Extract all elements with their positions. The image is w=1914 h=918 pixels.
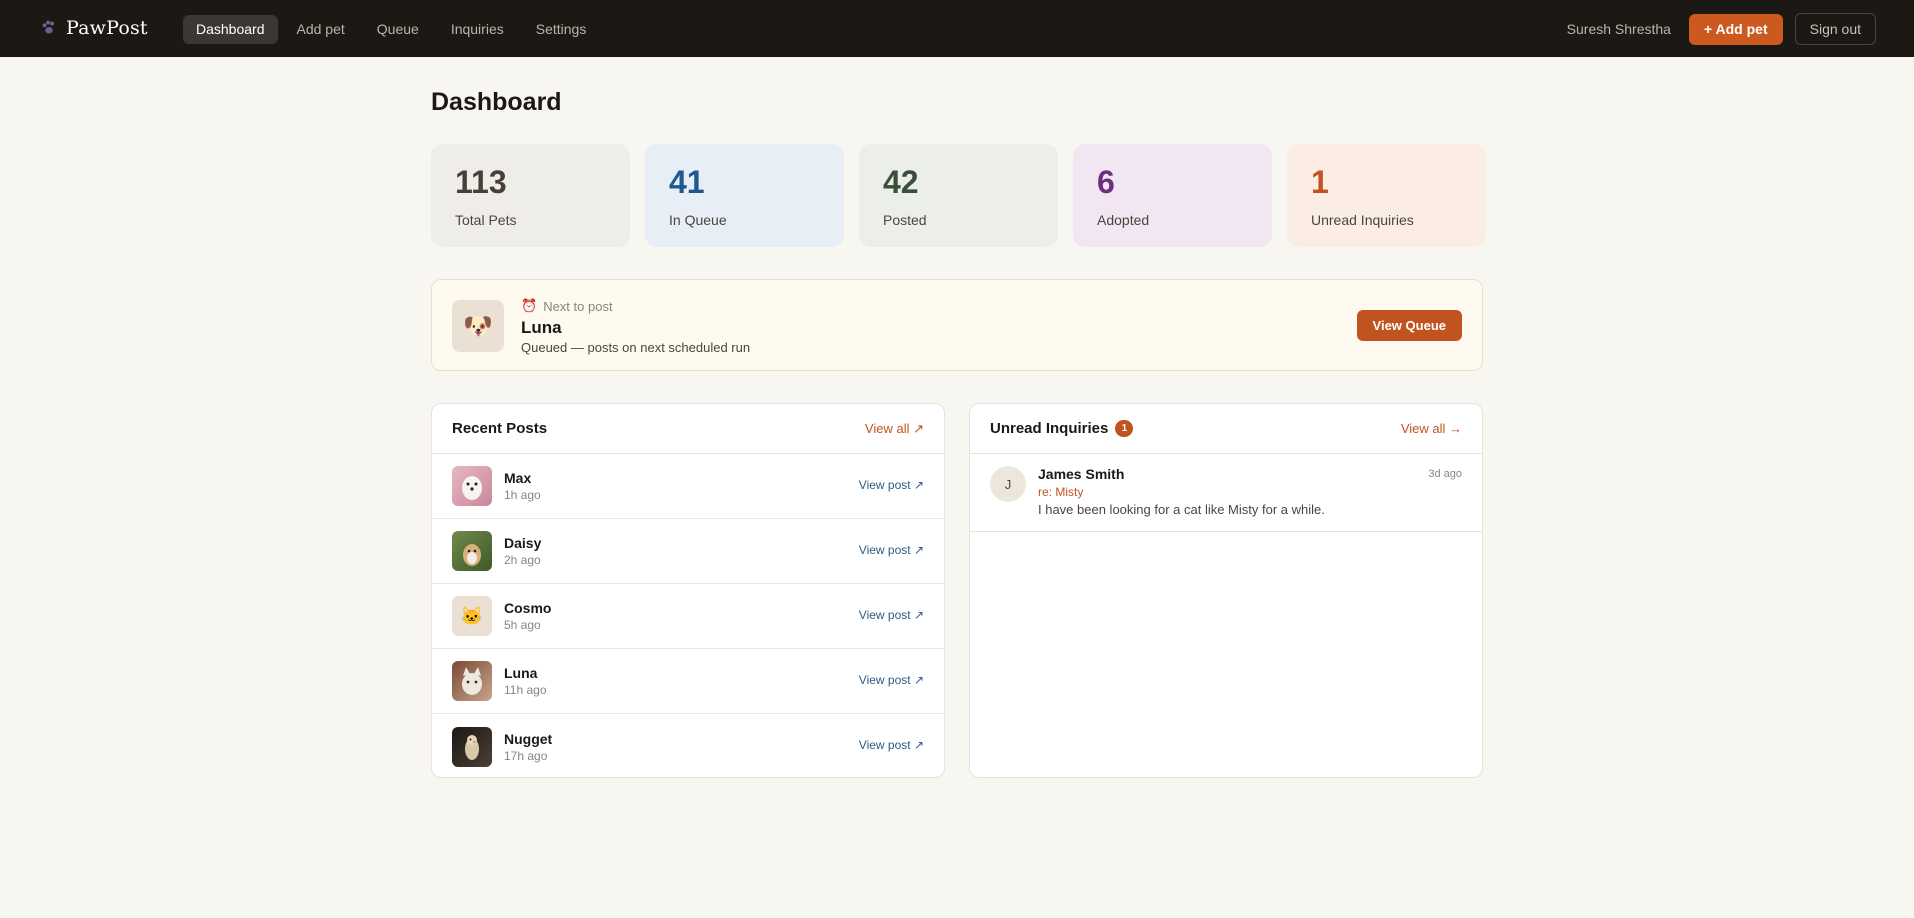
pet-thumbnail xyxy=(452,726,492,767)
stat-card-unread-inquiries: 1 Unread Inquiries xyxy=(1287,144,1486,247)
stat-value: 42 xyxy=(883,164,919,200)
view-post-link[interactable]: View post ↗ xyxy=(859,543,924,557)
list-item: Daisy 2h ago View post ↗ xyxy=(432,519,944,584)
next-to-post-label-row: ⏰ Next to post xyxy=(521,298,613,314)
cat-face-icon: 🐱 xyxy=(452,596,492,636)
stat-card-total-pets: 113 Total Pets xyxy=(431,144,630,247)
nav-item-settings[interactable]: Settings xyxy=(523,15,600,44)
post-pet-name: Cosmo xyxy=(504,600,552,616)
post-pet-name: Daisy xyxy=(504,535,542,551)
stat-label: Unread Inquiries xyxy=(1311,212,1414,228)
next-pet-name: Luna xyxy=(521,318,562,337)
brand-name: PawPost xyxy=(66,17,148,39)
inquiry-time: 3d ago xyxy=(1428,468,1462,480)
nav-item-add-pet[interactable]: Add pet xyxy=(284,15,358,44)
post-time: 17h ago xyxy=(504,748,548,763)
unread-inquiries-panel: Unread Inquiries 1 View all → J James Sm… xyxy=(969,403,1483,778)
paw-icon xyxy=(42,20,55,34)
stat-card-posted: 42 Posted xyxy=(859,144,1058,247)
unread-count-badge: 1 xyxy=(1115,420,1134,437)
view-post-link[interactable]: View post ↗ xyxy=(859,738,924,752)
add-pet-button[interactable]: + Add pet xyxy=(1688,13,1783,45)
post-meta: Max 1h ago xyxy=(504,470,541,502)
alarm-clock-icon: ⏰ xyxy=(521,298,538,313)
stat-value: 1 xyxy=(1311,164,1329,200)
stat-value: 113 xyxy=(455,164,507,200)
post-pet-name: Luna xyxy=(504,665,538,681)
inquiry-subject: re: Misty xyxy=(1038,485,1084,499)
main-nav: Dashboard Add pet Queue Inquiries Settin… xyxy=(183,15,599,44)
view-post-link[interactable]: View post ↗ xyxy=(859,673,924,687)
inquiries-view-all-link[interactable]: View all → xyxy=(1401,421,1462,436)
post-time: 2h ago xyxy=(504,553,541,567)
recent-posts-view-all-link[interactable]: View all ↗ xyxy=(865,421,924,437)
stat-value: 41 xyxy=(669,164,705,200)
post-time: 11h ago xyxy=(504,683,547,697)
pet-thumbnail xyxy=(452,466,492,506)
panel-header: Recent Posts View all ↗ xyxy=(432,404,944,454)
stat-card-in-queue: 41 In Queue xyxy=(645,144,844,247)
top-right-actions: Suresh Shrestha + Add pet Sign out xyxy=(1567,13,1876,45)
stat-label: Adopted xyxy=(1097,212,1150,228)
nav-item-queue[interactable]: Queue xyxy=(364,15,432,44)
user-name: Suresh Shrestha xyxy=(1566,21,1671,37)
post-pet-name: Max xyxy=(504,470,532,486)
post-meta: Cosmo 5h ago xyxy=(504,600,551,632)
view-post-link[interactable]: View post ↗ xyxy=(859,478,924,492)
unread-inquiries-heading: Unread Inquiries 1 xyxy=(990,420,1134,437)
stats-row: 113 Total Pets 41 In Queue 42 Posted 6 A… xyxy=(431,144,1486,247)
stat-label: Posted xyxy=(883,212,927,228)
recent-posts-panel: Recent Posts View all ↗ Max 1h ago View … xyxy=(431,403,945,778)
list-item: Luna 11h ago View post ↗ xyxy=(432,649,944,714)
stat-value: 6 xyxy=(1097,164,1115,200)
post-time: 5h ago xyxy=(504,618,541,632)
list-item: 🐱 Cosmo 5h ago View post ↗ xyxy=(432,584,944,649)
stat-card-adopted: 6 Adopted xyxy=(1073,144,1272,247)
post-meta: Nugget 17h ago xyxy=(504,731,552,763)
inquiry-sender-name: James Smith xyxy=(1038,466,1125,482)
sign-out-button[interactable]: Sign out xyxy=(1794,13,1876,45)
pet-thumbnail xyxy=(452,531,492,571)
next-to-post-label: Next to post xyxy=(543,298,613,314)
next-to-post-card: 🐶 ⏰ Next to post Luna Queued — posts on … xyxy=(431,279,1483,371)
stat-label: In Queue xyxy=(669,212,727,228)
post-meta: Luna 11h ago xyxy=(504,665,547,697)
post-pet-name: Nugget xyxy=(504,730,553,747)
list-item: Max 1h ago View post ↗ xyxy=(432,454,944,519)
brand-logo[interactable]: PawPost xyxy=(40,17,148,39)
list-item: Nugget 17h ago View post ↗ xyxy=(432,714,944,777)
recent-posts-title: Recent Posts xyxy=(452,420,548,437)
nav-item-inquiries[interactable]: Inquiries xyxy=(438,15,517,44)
view-post-link[interactable]: View post ↗ xyxy=(859,608,924,622)
dog-face-icon: 🐶 xyxy=(452,300,504,352)
post-time: 1h ago xyxy=(504,488,541,502)
view-queue-button[interactable]: View Queue xyxy=(1356,310,1462,341)
nav-item-dashboard[interactable]: Dashboard xyxy=(183,15,278,44)
next-pet-status: Queued — posts on next scheduled run xyxy=(521,340,751,355)
pet-thumbnail xyxy=(452,661,492,701)
unread-inquiries-title: Unread Inquiries xyxy=(990,420,1109,437)
inquiry-item[interactable]: J James Smith re: Misty I have been look… xyxy=(970,454,1482,532)
panel-header: Unread Inquiries 1 View all → xyxy=(970,404,1482,454)
inquiry-message: I have been looking for a cat like Misty… xyxy=(1038,502,1325,517)
stat-label: Total Pets xyxy=(455,212,517,228)
page-title: Dashboard xyxy=(431,88,562,116)
avatar: J xyxy=(990,466,1026,502)
post-meta: Daisy 2h ago xyxy=(504,535,541,567)
top-navbar: PawPost Dashboard Add pet Queue Inquirie… xyxy=(0,0,1914,57)
